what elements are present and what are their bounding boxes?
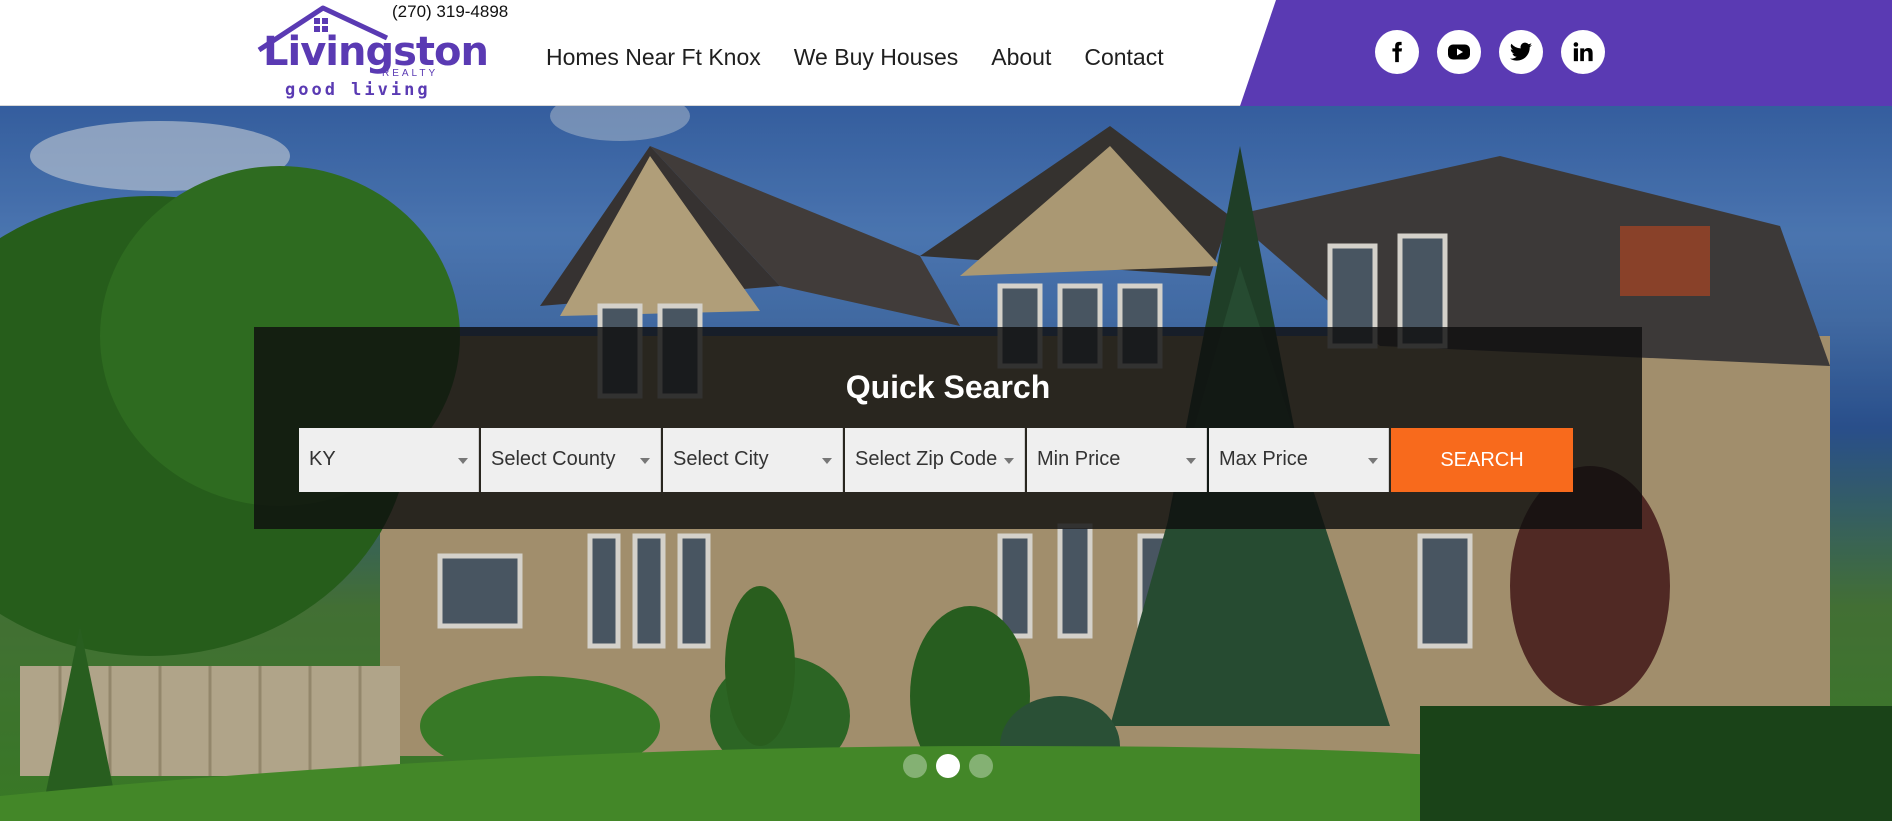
nav-about[interactable]: About [991,44,1051,71]
twitter-icon [1510,42,1532,61]
quick-search-panel: Quick Search KY Select County Select Cit… [254,327,1642,529]
youtube-icon [1448,44,1470,60]
chevron-down-icon [458,458,468,464]
state-select[interactable]: KY [299,428,479,492]
county-select[interactable]: Select County [481,428,661,492]
max-price-select[interactable]: Max Price [1209,428,1389,492]
social-links [1375,30,1605,74]
max-price-select-value: Max Price [1219,448,1308,470]
youtube-link[interactable] [1437,30,1481,74]
search-button[interactable]: SEARCH [1391,428,1573,492]
state-select-value: KY [309,448,336,470]
nav-contact[interactable]: Contact [1084,44,1163,71]
city-select[interactable]: Select City [663,428,843,492]
min-price-select[interactable]: Min Price [1027,428,1207,492]
chevron-down-icon [1004,458,1014,464]
slider-dots [903,754,993,778]
zip-code-select-value: Select Zip Code [855,448,998,470]
logo-wordmark: Livingston [263,29,489,75]
slider-dot-2[interactable] [936,754,960,778]
zip-code-select[interactable]: Select Zip Code [845,428,1025,492]
city-select-value: Select City [673,448,769,470]
site-logo[interactable]: Livingston REALTY good living [255,4,489,102]
linkedin-link[interactable] [1561,30,1605,74]
slider-dot-1[interactable] [903,754,927,778]
logo-subtitle: REALTY [382,68,439,79]
nav-homes-near-ft-knox[interactable]: Homes Near Ft Knox [546,44,761,71]
facebook-link[interactable] [1375,30,1419,74]
facebook-icon [1392,41,1403,63]
chevron-down-icon [640,458,650,464]
quick-search-form: KY Select County Select City Select Zip … [299,428,1573,492]
hero-banner: Quick Search KY Select County Select Cit… [0,106,1892,821]
min-price-select-value: Min Price [1037,448,1121,470]
site-header: (270) 319-4898 Livingston REALTY good li… [0,0,1892,106]
linkedin-icon [1573,42,1593,62]
chevron-down-icon [822,458,832,464]
chevron-down-icon [1186,458,1196,464]
slider-dot-3[interactable] [969,754,993,778]
twitter-link[interactable] [1499,30,1543,74]
nav-we-buy-houses[interactable]: We Buy Houses [794,44,958,71]
chevron-down-icon [1368,458,1378,464]
logo-tagline: good living [285,80,431,100]
quick-search-title: Quick Search [845,369,1051,405]
county-select-value: Select County [491,448,616,470]
main-nav: Homes Near Ft Knox We Buy Houses About C… [546,44,1164,71]
